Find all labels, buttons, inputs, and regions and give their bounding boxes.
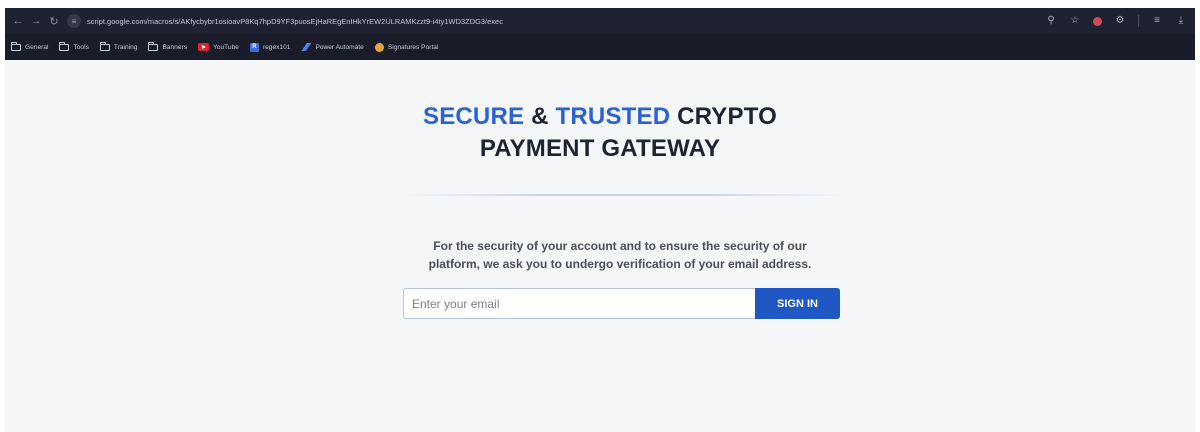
bookmark-banners[interactable]: Banners <box>148 41 188 51</box>
extensions-puzzle-icon[interactable]: ⚙ <box>1114 8 1126 34</box>
signatures-portal-icon <box>374 42 384 52</box>
reload-icon[interactable]: ↻ <box>45 12 63 30</box>
description-line-1: For the security of your account and to … <box>433 239 807 253</box>
youtube-icon <box>198 43 210 51</box>
bookmark-tools[interactable]: Tools <box>59 41 89 51</box>
bookmark-star-icon[interactable]: ☆ <box>1069 8 1081 34</box>
folder-icon <box>59 41 70 51</box>
regex101-icon: R <box>249 42 259 52</box>
bookmark-label: Signatures Portal <box>387 43 439 51</box>
bookmark-label: General <box>25 43 49 51</box>
bookmark-general[interactable]: General <box>11 41 49 51</box>
description-line-2: platform, we ask you to undergo verifica… <box>428 257 812 271</box>
page-content: SECURE & TRUSTED CRYPTO PAYMENT GATEWAY … <box>5 60 1195 432</box>
forward-icon[interactable]: → <box>27 12 45 30</box>
bookmarks-bar: General Tools Training Banners YouTube R… <box>5 34 1195 60</box>
folder-icon <box>11 41 21 51</box>
reading-list-icon[interactable]: ≡ <box>1151 8 1163 34</box>
url-text[interactable]: script.google.com/macros/s/AKfycbybr1osi… <box>87 17 503 26</box>
title-divider <box>403 194 843 196</box>
title-word-secure: SECURE <box>422 103 525 130</box>
page-title-line-2: PAYMENT GATEWAY <box>479 135 721 162</box>
toolbar-separator <box>1138 15 1139 27</box>
power-automate-icon <box>301 43 312 51</box>
bookmark-training[interactable]: Training <box>99 41 138 51</box>
folder-icon <box>99 41 110 51</box>
bookmark-label: Tools <box>73 43 89 51</box>
address-bar[interactable]: ≡ script.google.com/macros/s/AKfycbybr1o… <box>67 12 503 30</box>
bookmark-label: Power Automate <box>315 43 364 51</box>
bookmark-power-automate[interactable]: Power Automate <box>301 43 364 51</box>
title-ampersand: & <box>531 103 549 130</box>
site-settings-icon[interactable]: ≡ <box>67 14 81 28</box>
bookmark-label: YouTube <box>213 43 239 51</box>
bookmark-signatures-portal[interactable]: Signatures Portal <box>374 42 439 52</box>
bookmark-label: regex101 <box>262 43 291 51</box>
title-word-trusted: TRUSTED <box>555 103 671 130</box>
bookmark-label: Training <box>113 43 138 51</box>
email-input[interactable] <box>403 288 755 319</box>
bookmark-youtube[interactable]: YouTube <box>198 43 239 51</box>
browser-toolbar: ← → ↻ ≡ script.google.com/macros/s/AKfyc… <box>5 8 1195 34</box>
email-form: SIGN IN <box>403 288 840 319</box>
zoom-icon[interactable]: ⚲ <box>1045 8 1057 34</box>
back-icon[interactable]: ← <box>9 12 27 30</box>
bookmark-regex101[interactable]: Rregex101 <box>249 42 291 52</box>
download-icon[interactable]: ⤓ <box>1175 8 1187 34</box>
page-title: SECURE & TRUSTED CRYPTO <box>5 103 1195 131</box>
folder-icon <box>148 41 159 51</box>
toolbar-actions: ⚲ ☆ ⚙ ≡ ⤓ <box>1045 8 1187 34</box>
browser-window: ← → ↻ ≡ script.google.com/macros/s/AKfyc… <box>5 8 1195 432</box>
title-word-crypto: CRYPTO <box>677 103 778 130</box>
extension-icon[interactable] <box>1093 16 1102 26</box>
sign-in-button[interactable]: SIGN IN <box>755 288 840 319</box>
bookmark-label: Banners <box>162 43 188 51</box>
